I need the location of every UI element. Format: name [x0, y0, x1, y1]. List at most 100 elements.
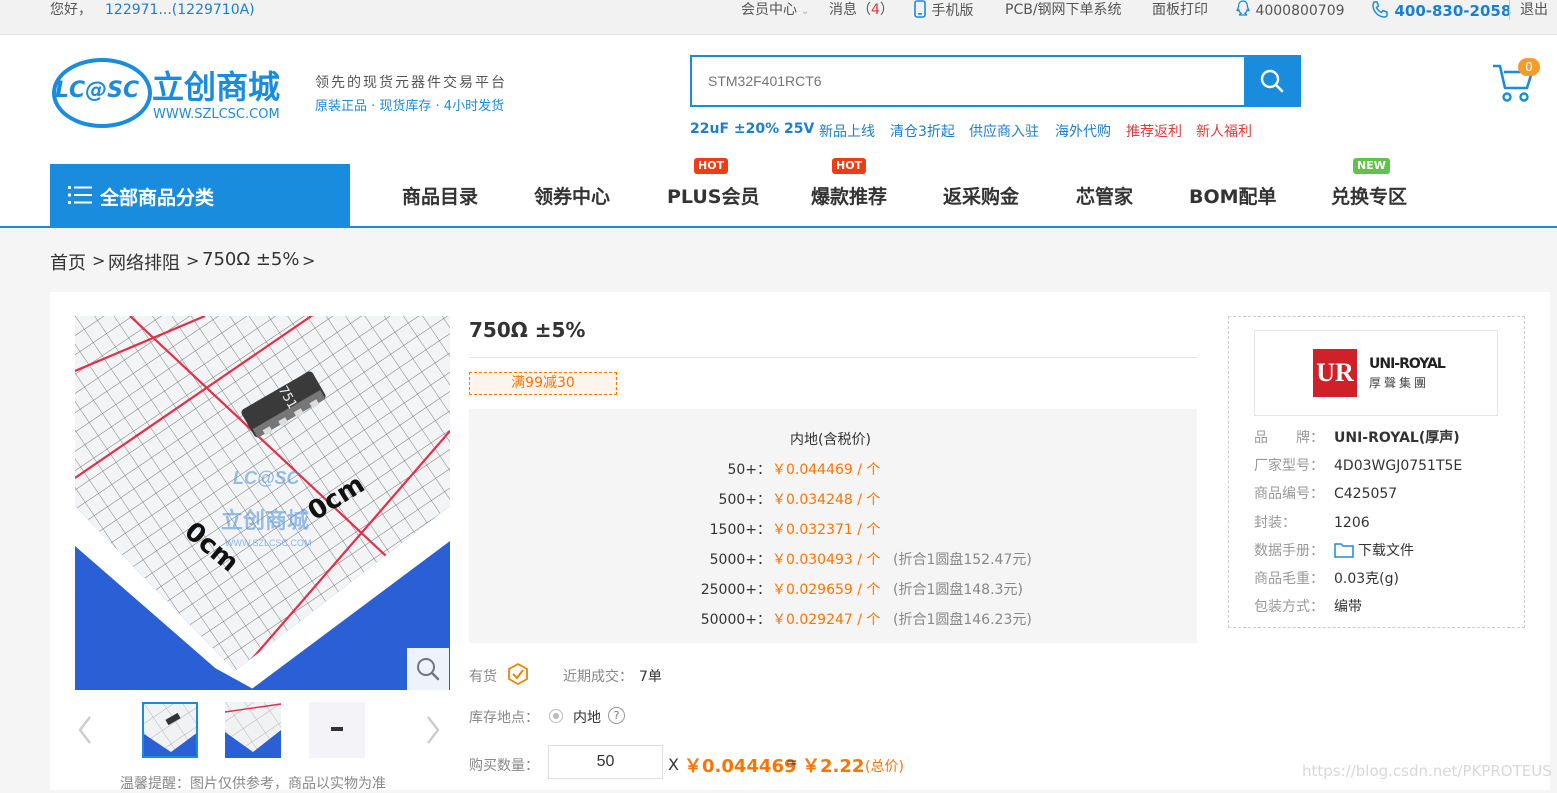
panel-print-link[interactable]: 面板打印	[1152, 0, 1208, 20]
breadcrumb-separator: >	[186, 251, 200, 270]
total-label: (总价)	[865, 759, 904, 775]
logout-link[interactable]: 退出	[1509, 0, 1548, 20]
recent-sales-value: 7单	[639, 669, 662, 685]
blog-watermark: https://blog.csdn.net/PKPROTEUS	[1302, 762, 1552, 780]
nav-cashback[interactable]: 返采购金	[943, 182, 1019, 209]
brand-logo[interactable]: UR UNI-ROYAL 厚聲集團	[1254, 330, 1498, 416]
location-label: 库存地点：	[469, 710, 539, 726]
hotlink-clearance[interactable]: 清仓3折起	[890, 121, 955, 141]
spec-value: UNI-ROYAL(厚声)	[1334, 430, 1460, 446]
spec-value: 1206	[1334, 514, 1370, 531]
nav-plus[interactable]: PLUS会员	[667, 182, 759, 209]
spec-row: 品 牌： UNI-ROYAL(厚声)	[1254, 427, 1460, 447]
magnifier-icon	[417, 658, 440, 681]
hotlink-new-products[interactable]: 新品上线	[819, 121, 875, 141]
quantity-label: 购买数量：	[469, 758, 539, 774]
logo-url: WWW.SZLCSC.COM	[153, 107, 280, 122]
greeting: 您好，	[50, 2, 92, 18]
datasheet-download-link[interactable]: 下载文件	[1358, 543, 1414, 559]
spec-value: 0.03克(g)	[1334, 571, 1399, 587]
mobile-link[interactable]: 手机版	[913, 0, 973, 21]
product-image[interactable]: 751 LC@SC 立创商城 WWW.SZLCSC.COM 0cm 0cm	[75, 316, 450, 690]
hotlink-supplier[interactable]: 供应商入驻	[969, 121, 1039, 141]
spec-key: 商品毛重：	[1254, 571, 1324, 587]
breadcrumb-more[interactable]: >	[302, 251, 315, 270]
logo-name: 立创商城	[152, 68, 281, 106]
zoom-button[interactable]	[407, 648, 449, 690]
thumbnail[interactable]	[225, 702, 281, 758]
user-account-link[interactable]: 122971...(1229710A)	[105, 0, 255, 20]
times-sign: X	[668, 755, 679, 774]
all-categories-button[interactable]: 全部商品分类	[50, 164, 350, 226]
divider	[469, 357, 1197, 358]
messages-link[interactable]: 消息（4）	[829, 0, 894, 20]
nav-catalog[interactable]: 商品目录	[402, 182, 478, 209]
thumbnail[interactable]	[309, 702, 365, 758]
watermark-logo: LC@SC	[233, 468, 301, 488]
tier-price: ￥0.044469 / 个	[772, 462, 881, 478]
promo-tag[interactable]: 满99减30	[469, 372, 617, 395]
hot-badge: HOT	[694, 158, 729, 174]
search-input[interactable]	[692, 57, 1247, 105]
all-categories-label: 全部商品分类	[100, 187, 215, 209]
cart-button[interactable]: 0	[1490, 58, 1540, 108]
thumbnail[interactable]	[142, 702, 198, 758]
hotlink-newcomer[interactable]: 新人福利	[1196, 121, 1252, 141]
search-button[interactable]	[1244, 57, 1299, 105]
breadcrumb-current[interactable]: 750Ω ±5%	[202, 249, 299, 270]
tier-price: ￥0.029659 / 个	[772, 582, 881, 598]
hotlink-promo[interactable]: 22uF ±20% 25V	[690, 121, 814, 137]
product-title: 750Ω ±5%	[469, 318, 586, 342]
thumb-next-button[interactable]	[424, 714, 442, 750]
mobile-label: 手机版	[931, 3, 974, 19]
pcb-link[interactable]: PCB/钢网下单系统	[1005, 0, 1122, 20]
equals-sign: =	[786, 755, 798, 771]
tier-price: ￥0.034248 / 个	[772, 492, 881, 508]
hot-badge: HOT	[832, 158, 867, 174]
cart-count-badge: 0	[1518, 58, 1540, 76]
search-icon	[1260, 69, 1283, 93]
messages-count: 4	[871, 2, 880, 18]
breadcrumb-category[interactable]: 网络排阻	[108, 249, 180, 275]
spec-key: 厂家型号：	[1254, 458, 1324, 475]
quantity-input[interactable]	[548, 745, 663, 779]
search-bar	[690, 55, 1301, 107]
watermark-url: WWW.SZLCSC.COM	[225, 538, 312, 548]
hotlink-overseas[interactable]: 海外代购	[1055, 121, 1111, 141]
nav-hot-items[interactable]: 爆款推荐	[811, 182, 887, 209]
nav-bom[interactable]: BOM配单	[1189, 182, 1277, 209]
thumb-prev-button[interactable]	[76, 714, 94, 750]
qq-number: 4000800709	[1255, 3, 1345, 19]
tier-quantity: 500+：	[718, 492, 771, 508]
grid-paper-image: 751 LC@SC 立创商城 WWW.SZLCSC.COM 0cm 0cm	[75, 316, 450, 690]
brand-logo-cn: 厚聲集團	[1369, 376, 1430, 390]
spec-row: 包装方式： 编带	[1254, 596, 1362, 616]
help-icon[interactable]: ?	[608, 707, 625, 724]
tier-reel-note: (折合1圆盘152.47元)	[893, 552, 1032, 568]
logo-subslogan: 原装正品 · 现货库存 · 4小时发货	[315, 99, 505, 114]
top-bar: 您好， 122971...(1229710A) 会员中心 ⌄ 消息（4） 手机版 …	[0, 0, 1557, 35]
nav-coupons[interactable]: 领券中心	[534, 182, 610, 209]
spec-value: 4D03WGJ0751T5E	[1334, 458, 1463, 475]
tier-price: ￥0.030493 / 个	[772, 552, 881, 568]
phone-link[interactable]: 400-830-2058	[1370, 0, 1511, 22]
spec-value: C425057	[1334, 486, 1398, 503]
in-stock-icon	[506, 662, 530, 690]
chevron-right-icon	[427, 716, 440, 744]
image-tip: 温馨提醒：图片仅供参考，商品以实物为准	[120, 776, 386, 792]
location-radio[interactable]	[549, 709, 563, 723]
tier-reel-note: (折合1圆盘148.3元)	[893, 582, 1023, 598]
hotlink-rebate[interactable]: 推荐返利	[1126, 121, 1182, 141]
member-center-link[interactable]: 会员中心 ⌄	[741, 0, 809, 22]
chevron-left-icon	[78, 716, 91, 744]
thumbnail-image	[309, 702, 365, 758]
logo-slogan: 领先的现货元器件交易平台	[315, 75, 507, 91]
spec-key: 品 牌：	[1254, 430, 1324, 446]
nav-chip-manager[interactable]: 芯管家	[1076, 182, 1133, 209]
tier-price: ￥0.032371 / 个	[772, 522, 881, 538]
breadcrumb-home[interactable]: 首页	[50, 249, 86, 275]
spec-key: 包装方式：	[1254, 599, 1324, 616]
tier-quantity: 50+：	[727, 462, 771, 478]
qq-link[interactable]: 4000800709	[1235, 0, 1345, 21]
nav-exchange[interactable]: 兑换专区	[1331, 182, 1407, 209]
